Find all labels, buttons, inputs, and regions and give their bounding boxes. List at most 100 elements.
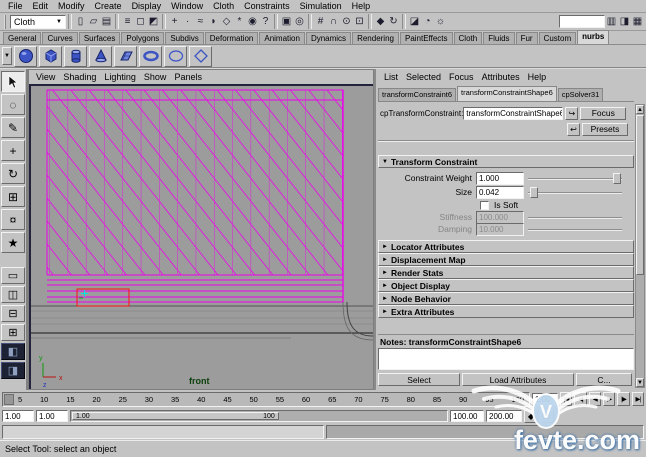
shelf-tab-animation[interactable]: Animation: [259, 32, 305, 44]
highlight-selection-icon[interactable]: ◎: [293, 14, 306, 29]
menu-help[interactable]: Help: [347, 1, 376, 11]
ae-tab-transformconstraint6[interactable]: transformConstraint6: [378, 88, 456, 101]
animation-start-field[interactable]: 1.00: [2, 410, 34, 422]
nurbs-plane-icon[interactable]: [114, 46, 137, 67]
attribute-editor-toggle-icon[interactable]: ▥: [605, 14, 618, 29]
presets-button[interactable]: Presets: [582, 123, 628, 136]
section-transform-constraint[interactable]: ▼ Transform Constraint: [378, 155, 634, 168]
nurbs-torus-icon[interactable]: [139, 46, 162, 67]
select-button[interactable]: Select: [378, 373, 460, 386]
ae-menu-list[interactable]: List: [380, 72, 402, 82]
ae-menu-focus[interactable]: Focus: [445, 72, 478, 82]
shelf-tab-subdivs[interactable]: Subdivs: [165, 32, 203, 44]
mask-deformations-icon[interactable]: ◇: [220, 14, 233, 29]
lasso-tool-icon[interactable]: ◌: [1, 94, 25, 115]
range-bar[interactable]: 1.00 100: [70, 410, 448, 422]
step-back-button[interactable]: ◀|: [574, 392, 586, 406]
go-to-start-button[interactable]: |◀: [560, 392, 572, 406]
ae-menu-attributes[interactable]: Attributes: [478, 72, 524, 82]
layout-hypergraph-persp-icon[interactable]: ◨: [1, 362, 25, 379]
focus-button[interactable]: Focus: [580, 107, 626, 120]
scroll-up-icon[interactable]: ▲: [636, 105, 644, 114]
select-hierarchy-icon[interactable]: ≡: [121, 14, 134, 29]
nurbs-cylinder-icon[interactable]: [64, 46, 87, 67]
shelf-tab-custom[interactable]: Custom: [539, 32, 577, 44]
viewport-view[interactable]: y x z front: [29, 84, 373, 389]
shelf-tab-fluids[interactable]: Fluids: [483, 32, 514, 44]
command-input[interactable]: [2, 425, 324, 439]
playback-end-field[interactable]: 100.00: [450, 410, 484, 422]
layout-outliner-persp-icon[interactable]: ◧: [1, 343, 25, 360]
menu-simulation[interactable]: Simulation: [295, 1, 347, 11]
shelf-tab-rendering[interactable]: Rendering: [352, 32, 399, 44]
shelf-tab-polygons[interactable]: Polygons: [121, 32, 164, 44]
menu-edit[interactable]: Edit: [28, 1, 54, 11]
show-manipulator-tool-icon[interactable]: ¤: [1, 209, 25, 230]
menu-window[interactable]: Window: [166, 1, 208, 11]
snap-plane-icon[interactable]: ⊡: [353, 14, 366, 29]
playback-range-handle[interactable]: 1.00 100: [72, 412, 279, 420]
move-tool-icon[interactable]: +: [1, 140, 25, 161]
section-extra-attributes[interactable]: ► Extra Attributes: [378, 305, 634, 318]
layout-two-pane-stacked-icon[interactable]: ⊟: [1, 305, 25, 322]
scale-tool-icon[interactable]: ⊞: [1, 186, 25, 207]
ae-menu-selected[interactable]: Selected: [402, 72, 445, 82]
shelf-tab-deformation[interactable]: Deformation: [205, 32, 259, 44]
layout-two-pane-side-icon[interactable]: ◫: [1, 286, 25, 303]
mask-curves-icon[interactable]: ≈: [194, 14, 207, 29]
vp-menu-lighting[interactable]: Lighting: [101, 72, 139, 82]
nurbs-sphere-icon[interactable]: [14, 46, 37, 67]
copy-tab-button[interactable]: C...: [576, 373, 632, 386]
ae-tab-cpsolver31[interactable]: cpSolver31: [558, 88, 604, 101]
menu-display[interactable]: Display: [127, 1, 167, 11]
section-render-stats[interactable]: ► Render Stats: [378, 266, 634, 279]
section-object-display[interactable]: ► Object Display: [378, 279, 634, 292]
rotate-tool-icon[interactable]: ↻: [1, 163, 25, 184]
play-backwards-button[interactable]: ◀: [589, 392, 601, 406]
layout-four-pane-icon[interactable]: ⊞: [1, 324, 25, 341]
vp-menu-view[interactable]: View: [33, 72, 58, 82]
size-slider[interactable]: [528, 186, 622, 199]
shelf-tab-painteffects[interactable]: PaintEffects: [400, 32, 453, 44]
snap-grid-icon[interactable]: #: [314, 14, 327, 29]
paint-select-tool-icon[interactable]: ✎: [1, 117, 25, 138]
menu-file[interactable]: File: [3, 1, 28, 11]
ae-tab-transformconstraintshape6[interactable]: transformConstraintShape6: [457, 86, 557, 101]
mask-surfaces-icon[interactable]: ◗: [207, 14, 220, 29]
mask-points-icon[interactable]: ∙: [181, 14, 194, 29]
select-tool-icon[interactable]: [1, 71, 25, 92]
lock-selection-icon[interactable]: ▣: [280, 14, 293, 29]
open-scene-icon[interactable]: ▱: [87, 14, 100, 29]
step-forward-button[interactable]: |▶: [617, 392, 629, 406]
menu-set-selector[interactable]: Cloth ▼: [10, 15, 66, 29]
new-scene-icon[interactable]: ▯: [74, 14, 87, 29]
size-field[interactable]: 0.042: [476, 186, 524, 199]
mask-misc-icon[interactable]: ?: [259, 14, 272, 29]
nurbs-circle-icon[interactable]: [164, 46, 187, 67]
current-frame-field[interactable]: 1.00: [532, 393, 558, 406]
animation-end-field[interactable]: 200.00: [486, 410, 522, 422]
ae-menu-help[interactable]: Help: [524, 72, 551, 82]
time-slider-track[interactable]: 5 10 15 20 25 30 35 40 45 50 55 60 65 70…: [2, 392, 530, 407]
go-to-end-button[interactable]: ▶|: [632, 392, 644, 406]
menu-create[interactable]: Create: [90, 1, 127, 11]
scrollbar-thumb[interactable]: [636, 115, 644, 275]
shelf-tab-fur[interactable]: Fur: [516, 32, 538, 44]
output-connections-icon[interactable]: ↪: [565, 107, 578, 120]
section-locator-attributes[interactable]: ► Locator Attributes: [378, 240, 634, 253]
menu-cloth[interactable]: Cloth: [208, 1, 239, 11]
last-tool-icon[interactable]: ★: [1, 232, 25, 253]
menu-modify[interactable]: Modify: [53, 1, 90, 11]
nurbs-square-icon[interactable]: [189, 46, 212, 67]
tool-settings-toggle-icon[interactable]: ◨: [618, 14, 631, 29]
ae-scrollbar[interactable]: ▲ ▼: [635, 104, 645, 388]
load-attributes-button[interactable]: Load Attributes: [462, 373, 574, 386]
node-name-field[interactable]: transformConstraintShape6: [463, 107, 563, 120]
save-scene-icon[interactable]: ▤: [100, 14, 113, 29]
section-node-behavior[interactable]: ► Node Behavior: [378, 292, 634, 305]
is-soft-checkbox[interactable]: [480, 201, 489, 210]
ipr-render-icon[interactable]: ◔: [421, 14, 434, 29]
section-displacement-map[interactable]: ► Displacement Map: [378, 253, 634, 266]
render-globals-icon[interactable]: ☼: [434, 14, 447, 29]
render-current-icon[interactable]: ◪: [408, 14, 421, 29]
